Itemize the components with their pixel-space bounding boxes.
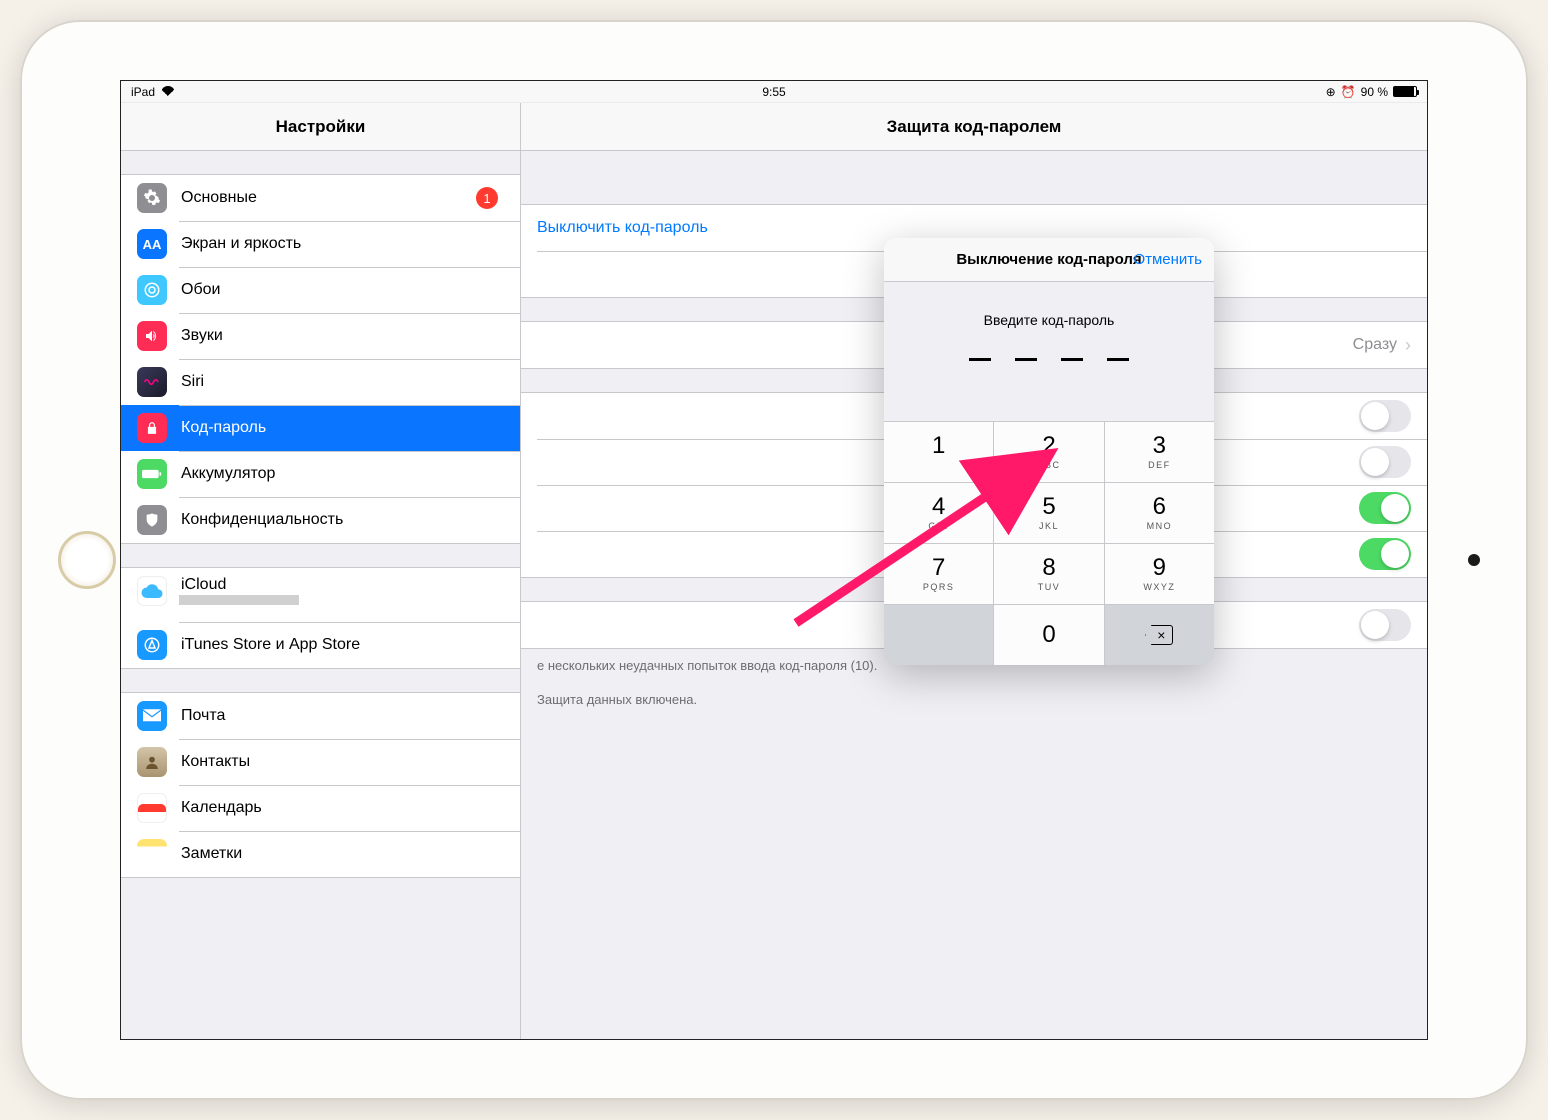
lock-icon [137,413,167,443]
sidebar-item-notes[interactable]: Заметки [121,831,520,877]
chevron-right-icon: › [1405,335,1411,356]
siri-icon [137,367,167,397]
privacy-icon [137,505,167,535]
sidebar-item-contacts[interactable]: Контакты [121,739,520,785]
keypad-5[interactable]: 5JKL [994,483,1103,543]
row-label: Конфиденциальность [181,511,504,529]
numeric-keypad: 1 2ABC 3DEF 4GHI 5JKL 6MNO 7PQRS 8TUV 9W… [884,421,1214,665]
sidebar-item-general[interactable]: Основные 1 [121,175,520,221]
row-label: iCloud [181,576,504,594]
modal-title: Выключение код-пароля [956,251,1141,268]
keypad-6[interactable]: 6MNO [1105,483,1214,543]
keypad-1[interactable]: 1 [884,422,993,482]
row-label: Звуки [181,327,504,345]
icloud-icon [137,576,167,606]
cancel-button[interactable]: Отменить [1133,251,1202,268]
keypad-2[interactable]: 2ABC [994,422,1103,482]
icloud-account-redacted [179,595,299,605]
sidebar-item-battery[interactable]: Аккумулятор [121,451,520,497]
keypad-9[interactable]: 9WXYZ [1105,544,1214,604]
row-label: Код-пароль [181,419,504,437]
sidebar-item-sounds[interactable]: Звуки [121,313,520,359]
notes-icon [137,839,167,869]
keypad-3[interactable]: 3DEF [1105,422,1214,482]
passcode-modal: Выключение код-пароля Отменить Введите к… [884,238,1214,665]
keypad-4[interactable]: 4GHI [884,483,993,543]
contacts-icon [137,747,167,777]
detail-title: Защита код-паролем [521,103,1427,151]
device-label: iPad [131,85,155,99]
link-label: Выключить код-пароль [537,219,708,237]
keypad-8[interactable]: 8TUV [994,544,1103,604]
passcode-digit [1015,358,1037,361]
toggle-switch[interactable] [1359,538,1411,570]
sidebar-item-mail[interactable]: Почта [121,693,520,739]
data-protection-footer: Защита данных включена. [521,683,1427,717]
keypad-backspace[interactable] [1105,605,1214,665]
passcode-digit [1061,358,1083,361]
sidebar-item-passcode[interactable]: Код-пароль [121,405,520,451]
row-label: Обои [181,281,504,299]
sidebar-item-privacy[interactable]: Конфиденциальность [121,497,520,543]
row-label: Заметки [181,845,504,863]
battery-icon [1393,86,1417,97]
sidebar-item-icloud[interactable]: iCloud [121,568,520,622]
toggle-switch[interactable] [1359,446,1411,478]
row-label: Siri [181,373,504,391]
modal-prompt: Введите код-пароль [904,312,1194,328]
sidebar-title: Настройки [121,103,520,151]
row-label: Почта [181,707,504,725]
sidebar-item-siri[interactable]: Siri [121,359,520,405]
clock: 9:55 [762,85,785,99]
passcode-digit [969,358,991,361]
alarm-icon: ⏰ [1341,85,1356,99]
battery-percent: 90 % [1361,85,1388,99]
wifi-icon [161,85,175,99]
notification-badge: 1 [476,187,498,209]
display-icon: AA [137,229,167,259]
settings-sidebar: Настройки Основные 1 AA Экран и яркость … [121,103,521,1039]
sidebar-item-calendar[interactable]: Календарь [121,785,520,831]
row-label: iTunes Store и App Store [181,636,504,654]
gear-icon [137,183,167,213]
calendar-icon [137,793,167,823]
passcode-field [904,358,1194,361]
appstore-icon [137,630,167,660]
sidebar-item-display[interactable]: AA Экран и яркость [121,221,520,267]
passcode-digit [1107,358,1129,361]
row-label: Контакты [181,753,504,771]
backspace-icon [1145,625,1173,645]
battery-row-icon [137,459,167,489]
orientation-lock-icon: ⊕ [1326,85,1336,99]
keypad-7[interactable]: 7PQRS [884,544,993,604]
screen: iPad 9:55 ⊕ ⏰ 90 % Настройки Основные 1 [120,80,1428,1040]
toggle-switch[interactable] [1359,609,1411,641]
home-button[interactable] [58,531,116,589]
row-label: Календарь [181,799,504,817]
keypad-blank [884,605,993,665]
require-value: Сразу [1353,336,1397,354]
front-camera [1468,554,1480,566]
status-bar: iPad 9:55 ⊕ ⏰ 90 % [121,81,1427,103]
ipad-device-frame: iPad 9:55 ⊕ ⏰ 90 % Настройки Основные 1 [20,20,1528,1100]
toggle-switch[interactable] [1359,400,1411,432]
toggle-switch[interactable] [1359,492,1411,524]
mail-icon [137,701,167,731]
keypad-0[interactable]: 0 [994,605,1103,665]
modal-header: Выключение код-пароля Отменить [884,238,1214,282]
row-label: Экран и яркость [181,235,504,253]
sidebar-item-itunes[interactable]: iTunes Store и App Store [121,622,520,668]
row-label: Основные [181,189,476,207]
wallpaper-icon [137,275,167,305]
sidebar-item-wallpaper[interactable]: Обои [121,267,520,313]
detail-pane: Защита код-паролем Выключить код-пароль … [521,103,1427,1039]
sounds-icon [137,321,167,351]
row-label: Аккумулятор [181,465,504,483]
